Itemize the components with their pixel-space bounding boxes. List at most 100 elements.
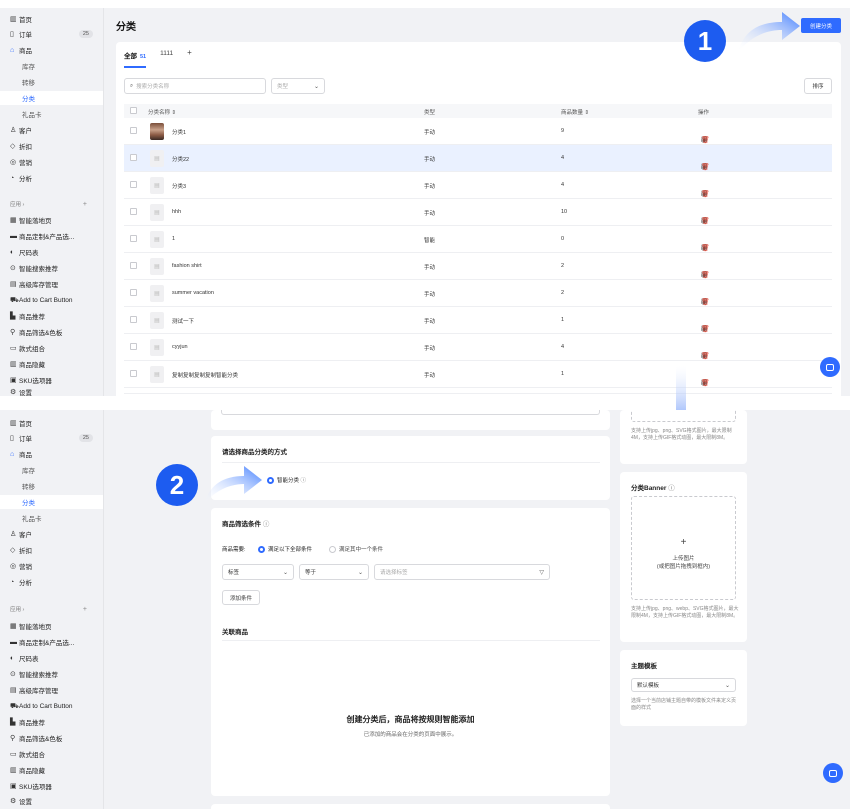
delete-icon[interactable]: 🗑 bbox=[701, 217, 710, 225]
category-name[interactable]: summer vacation bbox=[172, 290, 214, 296]
delete-icon[interactable]: 🗑 bbox=[701, 271, 710, 279]
add-app-icon[interactable]: + bbox=[83, 606, 87, 613]
sidebar-item-transfer[interactable]: 转移 bbox=[22, 479, 97, 493]
chat-button[interactable] bbox=[823, 763, 843, 783]
sidebar-app-item[interactable]: ▭ 款式组合 bbox=[10, 341, 97, 355]
sidebar-item-inventory[interactable]: 库存 bbox=[22, 59, 97, 73]
select-all-checkbox[interactable] bbox=[130, 107, 137, 114]
delete-icon[interactable]: 🗑 bbox=[701, 352, 710, 360]
row-checkbox[interactable] bbox=[130, 262, 137, 269]
sidebar-app-item[interactable]: ▦ 智能落地页 bbox=[10, 213, 97, 227]
type-filter-select[interactable]: 类型 ⌄ bbox=[271, 78, 325, 94]
header-count[interactable]: 商品数量 ⇕ bbox=[561, 108, 589, 116]
row-checkbox[interactable] bbox=[130, 235, 137, 242]
row-checkbox[interactable] bbox=[130, 127, 137, 134]
table-row[interactable]: ▤ 分类3 手动 4 ◉ ❐ 🗑 bbox=[124, 172, 832, 199]
sidebar-item-orders[interactable]: ▯ 订单 25 bbox=[10, 431, 97, 445]
sidebar-app-item[interactable]: ⚲ 商品筛选&色板 bbox=[10, 731, 97, 745]
sidebar-app-item[interactable]: ▭ 款式组合 bbox=[10, 747, 97, 761]
apps-section-header[interactable]: 应用 › + bbox=[10, 602, 97, 616]
match-all-radio[interactable]: 满足以下全部条件 bbox=[258, 545, 312, 554]
title-input[interactable] bbox=[221, 410, 600, 415]
sidebar-app-item[interactable]: ▙ 商品推荐 bbox=[10, 309, 97, 323]
table-row[interactable]: ▤ summer vacation 手动 2 ◉ ❐ 🗑 bbox=[124, 280, 832, 307]
delete-icon[interactable]: 🗑 bbox=[701, 298, 710, 306]
table-row[interactable]: 分类1 手动 9 ◉ ❐ 🗑 bbox=[124, 118, 832, 145]
search-input[interactable]: ⌕ 搜索分类名称 bbox=[124, 78, 266, 94]
help-icon[interactable]: ⓘ bbox=[301, 478, 307, 484]
banner-upload-area[interactable]: + 上传图片 (或把图片拖拽到框内) bbox=[631, 496, 736, 600]
delete-icon[interactable]: 🗑 bbox=[701, 244, 710, 252]
sidebar-item-home[interactable]: ▥ 首页 bbox=[10, 416, 97, 430]
sidebar-app-item[interactable]: ▬ 商品定制&产品选... bbox=[10, 229, 97, 243]
smart-category-radio[interactable]: 智能分类 ⓘ bbox=[267, 476, 307, 485]
condition-operator-select[interactable]: 等于 ⌄ bbox=[299, 564, 369, 580]
image-upload-area[interactable] bbox=[631, 410, 736, 422]
sidebar-item-settings[interactable]: ⚙ 设置 bbox=[10, 385, 97, 396]
sidebar-item-category[interactable]: 分类 bbox=[0, 91, 103, 105]
sidebar-app-item[interactable]: ⚲ 商品筛选&色板 bbox=[10, 325, 97, 339]
delete-icon[interactable]: 🗑 bbox=[701, 163, 710, 171]
tab-1111[interactable]: 1111 bbox=[160, 50, 173, 68]
row-checkbox[interactable] bbox=[130, 316, 137, 323]
sort-button[interactable]: 排序 bbox=[804, 78, 832, 94]
delete-icon[interactable]: 🗑 bbox=[701, 325, 710, 333]
row-checkbox[interactable] bbox=[130, 343, 137, 350]
table-row[interactable]: ▤ 分类22 手动 4 ◉ ❐ 🗑 bbox=[124, 145, 832, 172]
sidebar-app-item[interactable]: ▙ 商品推荐 bbox=[10, 715, 97, 729]
sidebar-app-item[interactable]: ▥ 商品隐藏 bbox=[10, 357, 97, 371]
header-name[interactable]: 分类名称 ⇕ bbox=[148, 108, 176, 116]
sidebar-app-item[interactable]: ▦ 智能落地页 bbox=[10, 619, 97, 633]
row-checkbox[interactable] bbox=[130, 370, 137, 377]
category-name[interactable]: 分类1 bbox=[172, 128, 186, 136]
sidebar-app-item[interactable]: ⛟ Add to Cart Button bbox=[10, 293, 97, 307]
category-name[interactable]: 分类3 bbox=[172, 182, 186, 190]
sidebar-item-settings[interactable]: ⚙ 设置 bbox=[10, 794, 97, 808]
add-condition-button[interactable]: 添加条件 bbox=[222, 590, 261, 605]
category-name[interactable]: 测试一下 bbox=[172, 317, 194, 325]
table-row[interactable]: ▤ 复制复制复制复制智能分类 手动 1 ◉ ❐ 🗑 bbox=[124, 361, 832, 388]
table-row[interactable]: ▤ 1 智能 0 ◉ ❐ 🗑 bbox=[124, 226, 832, 253]
sidebar-item-analytics[interactable]: ◔ 分析 bbox=[10, 171, 97, 185]
chat-button[interactable] bbox=[820, 357, 840, 377]
category-name[interactable]: 复制复制复制复制智能分类 bbox=[172, 371, 238, 379]
row-checkbox[interactable] bbox=[130, 154, 137, 161]
sidebar-app-item[interactable]: ▥ 商品隐藏 bbox=[10, 763, 97, 777]
sidebar-item-gift-card[interactable]: 礼品卡 bbox=[22, 107, 97, 121]
sidebar-item-products[interactable]: ⌂ 商品 bbox=[10, 447, 97, 461]
condition-field-select[interactable]: 标签 ⌄ bbox=[222, 564, 294, 580]
sidebar-app-item[interactable]: ▤ 高级库存管理 bbox=[10, 683, 97, 697]
delete-icon[interactable]: 🗑 bbox=[701, 190, 710, 198]
theme-template-select[interactable]: 默认模板 ⌄ bbox=[631, 678, 736, 692]
sidebar-item-customers[interactable]: ♙ 客户 bbox=[10, 123, 97, 137]
sidebar-app-item[interactable]: ⊙ 智能搜索推荐 bbox=[10, 667, 97, 681]
sidebar-item-products[interactable]: ⌂ 商品 bbox=[10, 43, 97, 57]
tab-all[interactable]: 全部 51 bbox=[124, 50, 147, 68]
delete-icon[interactable]: 🗑 bbox=[701, 379, 710, 387]
sidebar-app-item[interactable]: ▤ 高级库存管理 bbox=[10, 277, 97, 291]
create-category-button[interactable]: 创建分类 bbox=[801, 18, 841, 33]
sidebar-item-discounts[interactable]: ◇ 折扣 bbox=[10, 139, 97, 153]
sidebar-item-inventory[interactable]: 库存 bbox=[22, 463, 97, 477]
category-name[interactable]: 分类22 bbox=[172, 155, 189, 163]
help-icon[interactable]: ⓘ bbox=[263, 521, 270, 528]
sidebar-item-discounts[interactable]: ◇ 折扣 bbox=[10, 543, 97, 557]
add-app-icon[interactable]: + bbox=[83, 201, 87, 208]
condition-value-input[interactable]: 请选择标签 ▽ bbox=[374, 564, 550, 580]
sidebar-item-customers[interactable]: ♙ 客户 bbox=[10, 527, 97, 541]
category-name[interactable]: hhh bbox=[172, 209, 181, 215]
table-row[interactable]: ▤ 测试一下 手动 1 ◉ ❐ 🗑 bbox=[124, 307, 832, 334]
category-name[interactable]: cyyjun bbox=[172, 344, 188, 350]
sidebar-item-transfer[interactable]: 转移 bbox=[22, 75, 97, 89]
apps-section-header[interactable]: 应用 › + bbox=[10, 197, 97, 211]
sidebar-app-item[interactable]: ◐ 尺码表 bbox=[10, 651, 97, 665]
sidebar-app-item[interactable]: ◐ 尺码表 bbox=[10, 245, 97, 259]
sidebar-item-analytics[interactable]: ◔ 分析 bbox=[10, 575, 97, 589]
sidebar-app-item[interactable]: ⊙ 智能搜索推荐 bbox=[10, 261, 97, 275]
sidebar-item-home[interactable]: ▥ 首页 bbox=[10, 12, 97, 26]
row-checkbox[interactable] bbox=[130, 289, 137, 296]
help-icon[interactable]: ⓘ bbox=[668, 485, 675, 492]
sidebar-item-orders[interactable]: ▯ 订单 25 bbox=[10, 27, 97, 41]
category-name[interactable]: fashion shirt bbox=[172, 263, 202, 269]
category-name[interactable]: 1 bbox=[172, 236, 175, 242]
